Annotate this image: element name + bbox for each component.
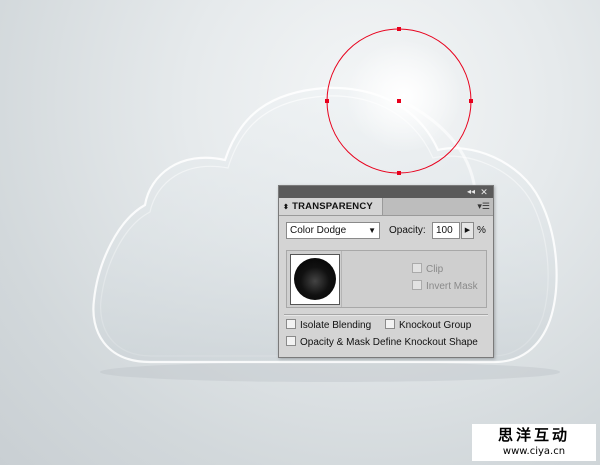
invert-mask-option[interactable]: Invert Mask [412, 280, 478, 293]
opacity-input[interactable]: 100 [432, 222, 460, 239]
chevron-down-icon: ▼ [368, 226, 376, 235]
light-glow [346, 40, 462, 152]
opacity-mask-thumbnail[interactable] [341, 251, 408, 307]
isolate-blending-checkbox[interactable] [286, 319, 296, 330]
watermark-chinese: 思洋互动 [497, 426, 570, 444]
anchor-point-top[interactable] [397, 27, 401, 31]
knockout-group-checkbox[interactable] [385, 319, 395, 330]
watermark-url: www.ciya.cn [502, 446, 566, 457]
panel-tab-row: ⬍ TRANSPARENCY ▾☰ [279, 198, 493, 216]
tab-transparency-label: TRANSPARENCY [292, 201, 373, 212]
anchor-point-right[interactable] [469, 99, 473, 103]
isolate-blending-option[interactable]: Isolate Blending [286, 319, 371, 333]
invert-mask-label: Invert Mask [426, 281, 478, 292]
invert-mask-checkbox[interactable] [412, 280, 422, 291]
opacity-label: Opacity: [389, 225, 426, 236]
collapse-icon[interactable]: ◂◂ [465, 186, 477, 198]
isolate-blending-label: Isolate Blending [300, 320, 372, 331]
opacity-mask-knockout-option[interactable]: Opacity & Mask Define Knockout Shape [286, 336, 478, 350]
watermark: 思洋互动 www.ciya.cn [472, 424, 596, 461]
close-icon[interactable]: ✕ [478, 186, 490, 198]
clip-label: Clip [426, 264, 444, 275]
center-point[interactable] [397, 99, 401, 103]
anchor-point-left[interactable] [325, 99, 329, 103]
knockout-group-label: Knockout Group [399, 320, 472, 331]
panel-titlebar[interactable]: ◂◂ ✕ [279, 186, 493, 198]
knockout-group-option[interactable]: Knockout Group [385, 319, 471, 333]
clip-checkbox[interactable] [412, 263, 422, 274]
blend-mode-select[interactable]: Color Dodge ▼ [286, 222, 380, 239]
tab-arrows-icon: ⬍ [283, 204, 290, 211]
opacity-mask-knockout-checkbox[interactable] [286, 336, 296, 347]
clip-option[interactable]: Clip [412, 263, 443, 276]
cloud-shadow [100, 362, 560, 382]
panel-menu-icon[interactable]: ▾☰ [477, 200, 490, 212]
panel-divider [284, 314, 488, 316]
anchor-point-bottom[interactable] [397, 171, 401, 175]
blend-opacity-row: Color Dodge ▼ Opacity: 100 ▶ % [286, 222, 488, 240]
black-sphere-thumbnail [294, 258, 336, 300]
opacity-unit: % [477, 225, 486, 236]
tab-transparency[interactable]: ⬍ TRANSPARENCY [279, 198, 383, 215]
blend-mode-value: Color Dodge [290, 225, 347, 236]
mask-thumbnails: Clip Invert Mask [286, 250, 487, 308]
opacity-stepper-icon[interactable]: ▶ [461, 222, 474, 239]
artwork-thumbnail[interactable] [290, 254, 340, 305]
transparency-panel: ◂◂ ✕ ⬍ TRANSPARENCY ▾☰ Color Dodge ▼ Opac… [278, 185, 494, 358]
opacity-mask-knockout-label: Opacity & Mask Define Knockout Shape [300, 337, 478, 348]
